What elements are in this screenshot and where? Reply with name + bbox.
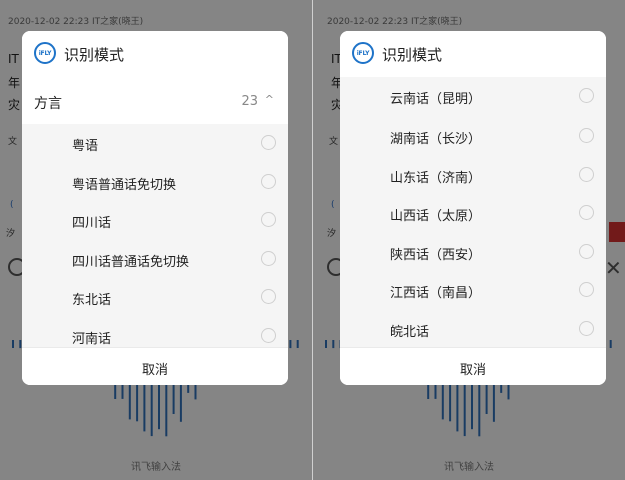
dialect-group-header[interactable]: 方言 23 ^ [22, 77, 288, 124]
list-item[interactable]: 湖南话（长沙） [340, 117, 606, 156]
dialect-label: 云南话（昆明） [390, 92, 482, 107]
dialect-label: 陕西话（西安） [390, 247, 482, 263]
dialog-header: iFLY 识别模式 [340, 31, 606, 78]
list-item[interactable]: 江西话（南昌） [340, 271, 606, 310]
radio-button[interactable] [579, 243, 594, 259]
radio-button[interactable] [579, 282, 594, 297]
radio-button[interactable] [579, 205, 594, 220]
cancel-button[interactable]: 取消 [340, 359, 606, 378]
radio-button[interactable] [579, 166, 594, 182]
radio-button[interactable] [579, 88, 594, 103]
dialect-list[interactable]: 方言 23 ^ 粤语 粤语普通话免切换 四川话 四川话普通话免切换 东北话 河南… [22, 77, 288, 347]
right-screen: 2020-12-02 22:23 IT之家(晓王) IT 年 灾 文 ( 汐 ✕… [313, 0, 625, 480]
dialog-header: iFLY 识别模式 [22, 31, 288, 78]
list-item[interactable]: 四川话普通话免切换 [22, 239, 288, 278]
dialect-label: 河南话 [72, 331, 112, 347]
dialog-footer: 取消 [340, 347, 606, 385]
dialect-label: 皖北话 [390, 324, 430, 340]
list-item[interactable]: 云南话（昆明） [340, 77, 606, 117]
dialect-label: 粤语 [72, 139, 99, 154]
dialect-label: 四川话 [72, 216, 112, 231]
ifly-logo-icon: iFLY [352, 42, 374, 64]
left-screen: 2020-12-02 22:23 IT之家(晓王) IT 年 灾 文 ( 汐 讯… [0, 0, 312, 480]
radio-button[interactable] [261, 327, 276, 343]
recognition-mode-dialog: iFLY 识别模式 方言 23 ^ 粤语 粤语普通话免切换 四川话 四川话普通话… [22, 31, 288, 385]
dialog-footer: 取消 [22, 347, 288, 385]
dialect-label: 粤语普通话免切换 [72, 177, 177, 193]
list-item[interactable]: 山东话（济南） [340, 155, 606, 194]
dialect-label: 山西话（太原） [390, 209, 482, 224]
list-item[interactable]: 山西话（太原） [340, 194, 606, 233]
dialect-label: 江西话（南昌） [390, 286, 482, 301]
list-item[interactable]: 东北话 [22, 278, 288, 317]
radio-button[interactable] [261, 135, 276, 150]
chevron-up-icon: ^ [264, 93, 274, 106]
list-item[interactable]: 皖北话 [340, 309, 606, 347]
radio-button[interactable] [261, 289, 276, 304]
list-item[interactable]: 四川话 [22, 201, 288, 240]
group-count: 23 [241, 94, 258, 109]
list-item[interactable]: 粤语 [22, 124, 288, 163]
radio-button[interactable] [579, 128, 594, 143]
dialect-list[interactable]: 云南话（昆明） 湖南话（长沙） 山东话（济南） 山西话（太原） 陕西话（西安） … [340, 77, 606, 347]
radio-button[interactable] [261, 212, 276, 227]
list-item[interactable]: 河南话 [22, 316, 288, 347]
dialect-label: 湖南话（长沙） [390, 132, 482, 147]
radio-button[interactable] [261, 250, 276, 266]
group-label: 方言 [34, 96, 62, 112]
radio-button[interactable] [261, 173, 276, 189]
dialect-label: 四川话普通话免切换 [72, 254, 190, 270]
dialog-title: 识别模式 [64, 46, 125, 64]
dialect-label: 东北话 [72, 293, 112, 308]
radio-button[interactable] [579, 320, 594, 336]
dialog-title: 识别模式 [382, 46, 443, 64]
dialect-label: 山东话（济南） [390, 170, 482, 186]
list-item[interactable]: 粤语普通话免切换 [22, 162, 288, 201]
cancel-button[interactable]: 取消 [22, 359, 288, 378]
list-item[interactable]: 陕西话（西安） [340, 232, 606, 271]
recognition-mode-dialog: iFLY 识别模式 云南话（昆明） 湖南话（长沙） 山东话（济南） 山西话（太原… [340, 31, 606, 385]
ifly-logo-icon: iFLY [34, 42, 56, 64]
